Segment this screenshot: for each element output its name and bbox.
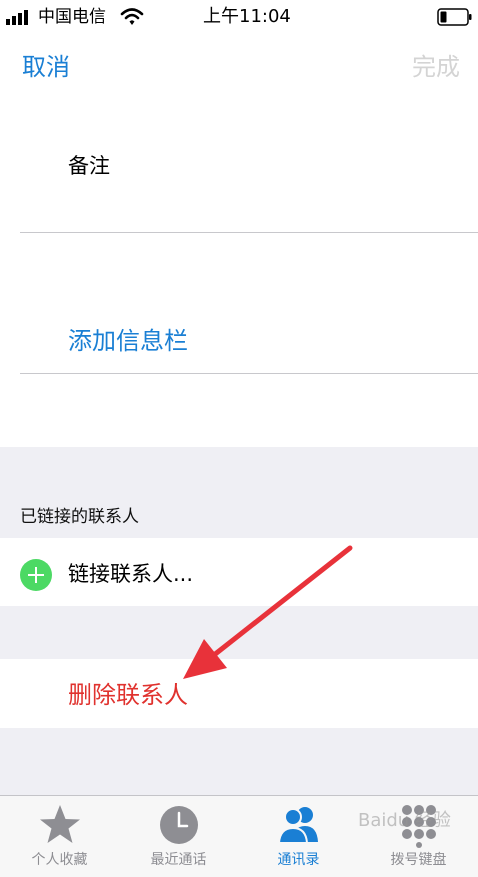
- divider: [20, 373, 478, 374]
- add-field-button[interactable]: 添加信息栏: [68, 325, 188, 357]
- tab-favorites[interactable]: 个人收藏: [0, 796, 119, 877]
- status-time: 上午11:04: [203, 6, 291, 27]
- contacts-icon: [277, 807, 318, 844]
- tab-contacts[interactable]: 通讯录: [239, 796, 358, 877]
- link-contact-label[interactable]: 链接联系人...: [68, 560, 193, 588]
- watermark: Baidu 经验: [358, 810, 451, 831]
- delete-contact-button[interactable]: 删除联系人: [68, 679, 188, 711]
- tab-bar: 个人收藏 最近通话 通讯录 拨号键盘: [0, 795, 478, 877]
- star-icon: [39, 805, 80, 843]
- linked-contacts-header: 已链接的联系人: [20, 507, 139, 527]
- tab-label: 最近通话: [150, 852, 207, 868]
- signal-strength-icon: [6, 10, 28, 25]
- tab-recents[interactable]: 最近通话: [119, 796, 238, 877]
- tab-keypad[interactable]: 拨号键盘: [359, 796, 478, 877]
- status-bar: 中国电信 上午11:04: [0, 0, 478, 36]
- done-button[interactable]: 完成: [412, 52, 460, 82]
- tab-label: 通讯录: [277, 852, 320, 868]
- divider: [20, 232, 478, 233]
- carrier-name: 中国电信: [38, 7, 106, 27]
- clock-icon: [159, 806, 198, 844]
- tab-label: 个人收藏: [31, 852, 88, 868]
- wifi-icon: [120, 8, 144, 25]
- tab-label: 拨号键盘: [390, 852, 447, 868]
- cancel-button[interactable]: 取消: [22, 52, 70, 82]
- add-circle-icon[interactable]: [20, 559, 52, 591]
- grouped-section-background: [0, 447, 478, 795]
- battery-icon: [437, 8, 472, 26]
- notes-field[interactable]: 备注: [68, 152, 110, 180]
